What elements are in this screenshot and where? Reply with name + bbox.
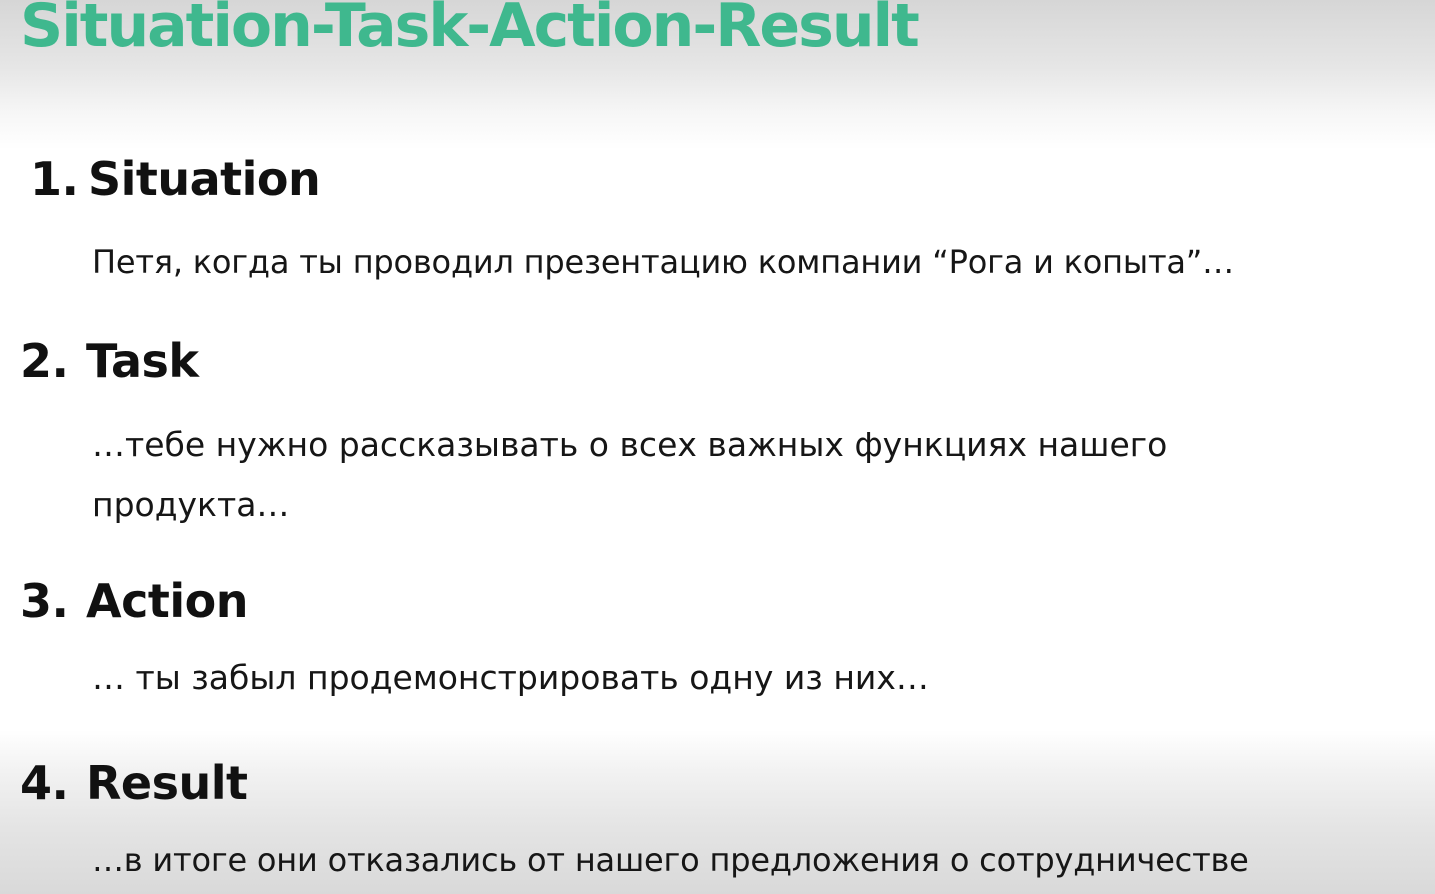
- item-text-situation: Петя, когда ты проводил презентацию комп…: [92, 243, 1234, 281]
- item-number: 3.: [20, 574, 69, 628]
- item-heading-result: 4. Result: [20, 755, 248, 811]
- item-text-task: …тебе нужно рассказывать о всех важных ф…: [92, 425, 1168, 524]
- item-number: 2.: [20, 334, 69, 388]
- slide: Situation-Task-Action-Result 1. Situation…: [0, 0, 1435, 894]
- item-heading-action: 3. Action: [20, 573, 248, 629]
- item-text-action: … ты забыл продемонстрировать одну из ни…: [92, 658, 929, 697]
- item-number: 1.: [30, 152, 79, 206]
- item-heading-situation: 1. Situation: [30, 151, 321, 207]
- item-heading-label: Situation: [88, 152, 321, 206]
- item-heading-label: Task: [86, 334, 199, 388]
- item-heading-label: Result: [86, 756, 248, 810]
- item-text-result: …в итоге они отказались от нашего предло…: [92, 841, 1249, 879]
- item-heading-task: 2. Task: [20, 333, 199, 389]
- item-heading-label: Action: [86, 574, 248, 628]
- item-number: 4.: [20, 756, 69, 810]
- slide-title: Situation-Task-Action-Result: [20, 0, 920, 61]
